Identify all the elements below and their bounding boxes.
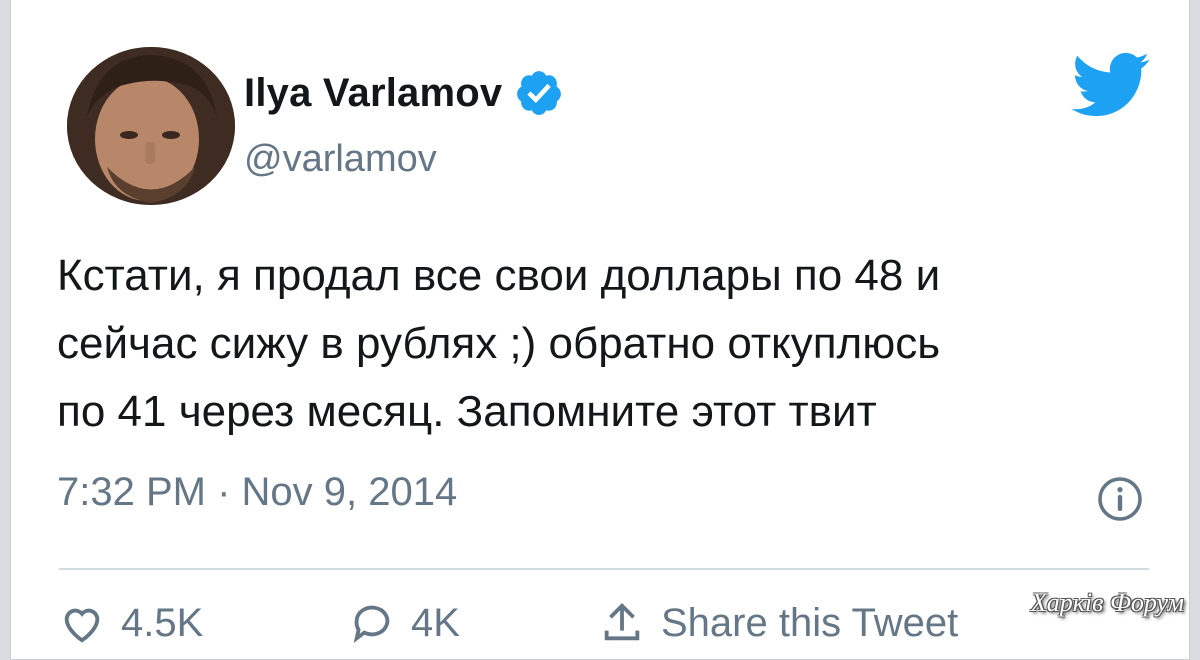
author-name[interactable]: Ilya Varlamov xyxy=(244,71,502,116)
action-bar: 4.5K 4K Share this Tweet xyxy=(59,600,1159,660)
tweet-text-line: Кстати, я продал все свои доллары по 48 … xyxy=(57,251,941,300)
tweet-text-line: по 41 через месяц. Запомните этот твит xyxy=(57,387,877,436)
author-handle[interactable]: @varlamov xyxy=(244,138,437,181)
author-name-row: Ilya Varlamov xyxy=(244,68,564,118)
heart-icon xyxy=(64,608,100,643)
share-icon xyxy=(604,603,640,641)
share-button[interactable]: Share this Tweet xyxy=(599,600,958,646)
reply-button[interactable]: 4K xyxy=(349,600,460,646)
share-label: Share this Tweet xyxy=(661,600,959,645)
like-count: 4.5K xyxy=(121,600,204,645)
twitter-bird-icon[interactable] xyxy=(1071,52,1151,118)
tweet-timestamp[interactable]: 7:32 PM · Nov 9, 2014 xyxy=(57,470,457,515)
reply-count: 4K xyxy=(411,600,460,645)
avatar[interactable] xyxy=(67,47,235,205)
verified-badge-icon xyxy=(517,71,562,115)
reply-icon xyxy=(353,605,390,643)
like-button[interactable]: 4.5K xyxy=(59,600,203,646)
info-icon[interactable] xyxy=(1096,475,1144,523)
tweet-text-line: сейчас сижу в рублях ;) обратно откуплюс… xyxy=(57,319,941,368)
watermark: Харків Форум xyxy=(1030,588,1184,617)
tweet-text: Кстати, я продал все свои доллары по 48 … xyxy=(57,242,1157,446)
tweet-card: Ilya Varlamov @varlamov Кстати, я продал… xyxy=(10,0,1190,660)
divider xyxy=(59,568,1149,570)
avatar-photo xyxy=(67,47,235,205)
